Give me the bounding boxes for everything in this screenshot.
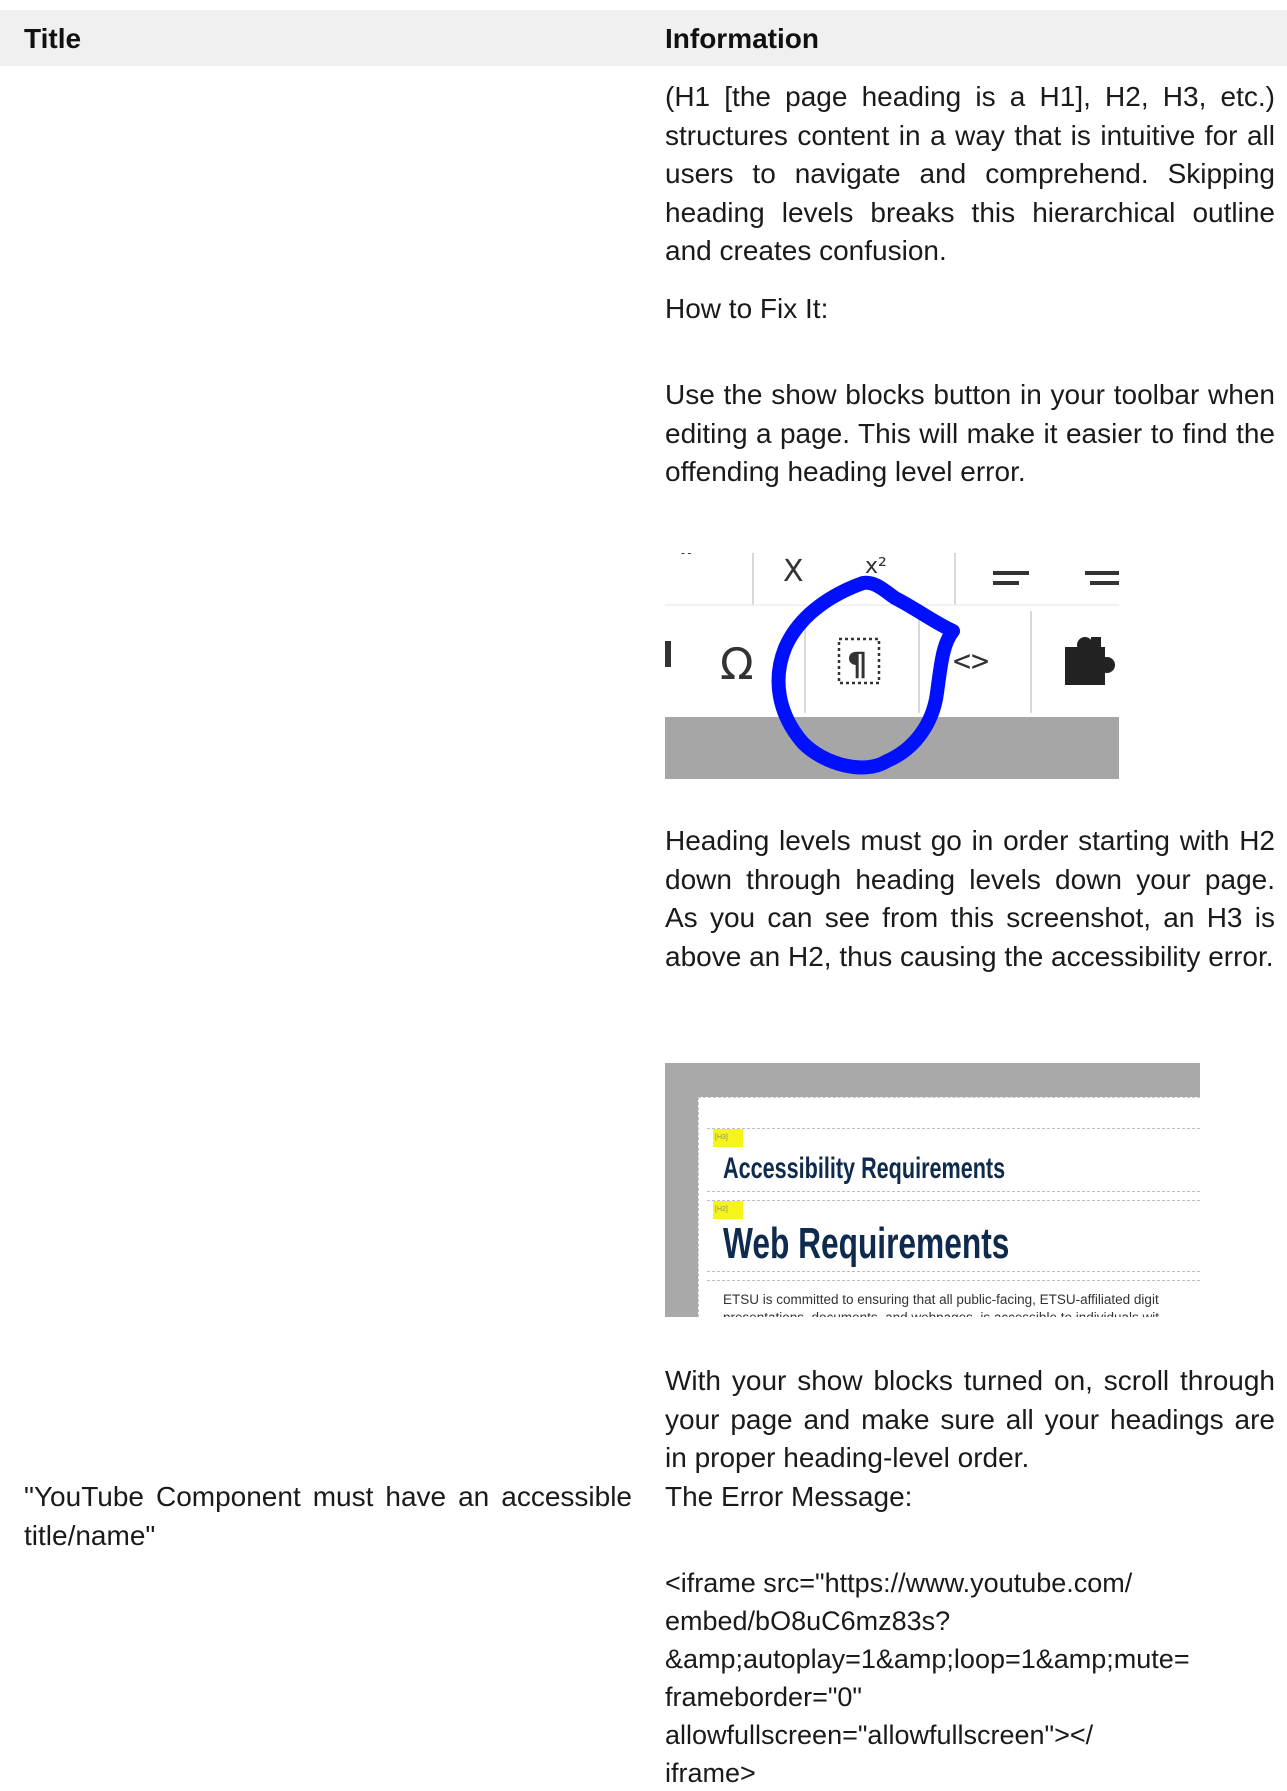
align-left-icon	[993, 571, 1029, 575]
code-line: allowfullscreen="allowfullscreen"></	[665, 1720, 1094, 1750]
h3-block: [H3] Accessibility Requirements	[707, 1128, 1200, 1192]
editor-canvas: [H3] Accessibility Requirements [H2] Web…	[698, 1097, 1200, 1317]
heading-order-paragraph: Heading levels must go in order starting…	[665, 825, 1275, 972]
align-center-icon	[1085, 571, 1119, 575]
editor-body-line-1: ETSU is committed to ensuring that all p…	[723, 1292, 1159, 1307]
code-line: frameborder="0"	[665, 1682, 863, 1712]
paragraph-block: ETSU is committed to ensuring that all p…	[707, 1280, 1200, 1317]
quote-icon: ”	[679, 553, 696, 572]
show-blocks-paragraph: Use the show blocks button in your toolb…	[665, 379, 1275, 487]
column-header-title: Title	[24, 23, 82, 54]
editor-h3-heading: Accessibility Requirements	[723, 1152, 1006, 1185]
toolbar-screenshot: ” X x² Ω ¶ <>	[665, 553, 1119, 779]
puzzle-icon	[1065, 637, 1115, 685]
code-line: &amp;autoplay=1&amp;loop=1&amp;mute=	[665, 1644, 1190, 1674]
error-code-block: <iframe src="https://www.youtube.com/ em…	[665, 1564, 1275, 1791]
h2-tag-highlight: [H2]	[713, 1201, 743, 1219]
svg-text:¶: ¶	[847, 645, 867, 683]
editor-body-line-2: presentations, documents, and webpages, …	[723, 1309, 1159, 1317]
how-to-fix-label: How to Fix It:	[665, 293, 829, 324]
code-line: embed/bO8uC6mz83s?	[665, 1606, 951, 1636]
heading-structure-paragraph: (H1 [the page heading is a H1], H2, H3, …	[665, 81, 1275, 266]
code-line: iframe>	[665, 1758, 756, 1788]
error-message-label: The Error Message:	[665, 1481, 913, 1512]
partial-icon	[665, 641, 671, 667]
youtube-error-title: "YouTube Component must have an accessib…	[24, 1481, 632, 1551]
superscript-icon: x²	[865, 554, 887, 579]
show-blocks-final-paragraph: With your show blocks turned on, scroll …	[665, 1365, 1275, 1473]
h3-tag-highlight: [H3]	[713, 1129, 743, 1147]
table-header-row: Title Information	[0, 10, 1287, 66]
column-header-information: Information	[665, 23, 819, 54]
editor-h2-heading: Web Requirements	[723, 1219, 1010, 1268]
code-line: <iframe src="https://www.youtube.com/	[665, 1568, 1133, 1598]
source-code-icon: <>	[953, 644, 989, 679]
omega-icon: Ω	[720, 639, 754, 690]
remove-format-icon: X	[783, 554, 804, 589]
editor-screenshot: [H3] Accessibility Requirements [H2] Web…	[665, 1063, 1200, 1317]
h2-block: [H2] Web Requirements	[707, 1200, 1200, 1272]
